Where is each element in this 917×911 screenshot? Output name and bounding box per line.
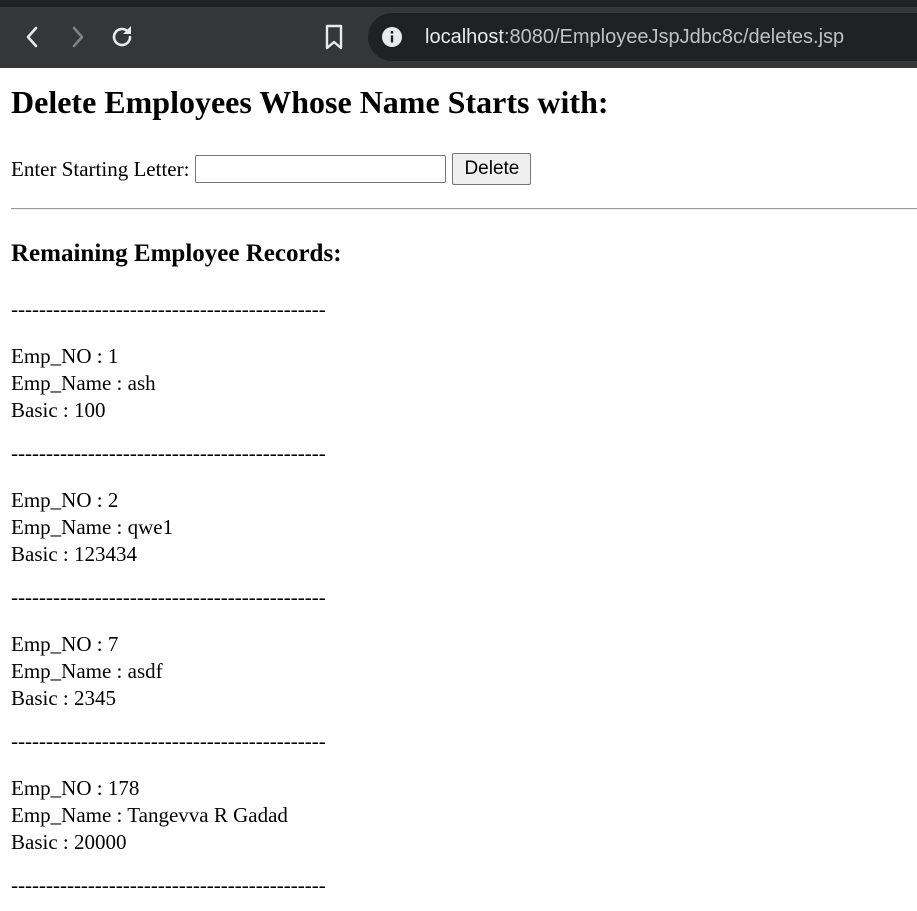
divider: [11, 208, 917, 210]
employee-record: Emp_NO : 2 Emp_Name : qwe1 Basic : 12343…: [11, 487, 326, 568]
chevron-left-icon: [26, 26, 38, 48]
browser-toolbar: localhost:8080/EmployeeJspJdbc8c/deletes…: [0, 0, 917, 68]
starting-letter-input[interactable]: [195, 155, 447, 183]
emp-no: Emp_NO : 1: [11, 344, 119, 368]
employee-record: Emp_NO : 7 Emp_Name : asdf Basic : 2345: [11, 631, 326, 712]
emp-no: Emp_NO : 7: [11, 632, 119, 656]
delete-button[interactable]: Delete: [452, 153, 532, 185]
emp-basic: Basic : 123434: [11, 542, 137, 566]
forward-button[interactable]: [61, 21, 93, 53]
emp-name: Emp_Name : ash: [11, 371, 156, 395]
emp-basic: Basic : 20000: [11, 830, 127, 854]
url-text[interactable]: localhost:8080/EmployeeJspJdbc8c/deletes…: [425, 25, 844, 49]
reload-icon: [112, 26, 132, 47]
chevron-right-icon: [72, 26, 84, 48]
separator-line: ----------------------------------------…: [11, 585, 326, 609]
delete-form: Enter Starting Letter: Delete: [11, 153, 532, 185]
page-title: Delete Employees Whose Name Starts with:: [11, 84, 609, 120]
separator-line: ----------------------------------------…: [11, 729, 326, 753]
page-content: Delete Employees Whose Name Starts with:…: [0, 68, 917, 911]
emp-basic: Basic : 100: [11, 398, 106, 422]
emp-no: Emp_NO : 178: [11, 776, 140, 800]
bookmark-icon: [325, 24, 343, 50]
reload-button[interactable]: [106, 21, 138, 53]
emp-no: Emp_NO : 2: [11, 488, 119, 512]
back-button[interactable]: [17, 21, 49, 53]
separator-line: ----------------------------------------…: [11, 873, 326, 897]
emp-name: Emp_Name : qwe1: [11, 515, 174, 539]
info-icon[interactable]: [381, 26, 403, 48]
url-host: localhost: [425, 26, 504, 48]
separator-line: ----------------------------------------…: [11, 441, 326, 465]
starting-letter-label: Enter Starting Letter:: [11, 156, 190, 181]
employee-record: Emp_NO : 1 Emp_Name : ash Basic : 100: [11, 343, 326, 424]
records-heading: Remaining Employee Records:: [11, 240, 342, 267]
employee-record: Emp_NO : 178 Emp_Name : Tangevva R Gadad…: [11, 775, 326, 856]
url-path: :8080/EmployeeJspJdbc8c/deletes.jsp: [503, 26, 845, 48]
records-list: ----------------------------------------…: [11, 296, 326, 899]
bookmark-button[interactable]: [318, 21, 350, 53]
emp-name: Emp_Name : Tangevva R Gadad: [11, 803, 288, 827]
emp-basic: Basic : 2345: [11, 686, 116, 710]
address-bar[interactable]: localhost:8080/EmployeeJspJdbc8c/deletes…: [368, 13, 917, 61]
emp-name: Emp_Name : asdf: [11, 659, 163, 683]
separator-line: ----------------------------------------…: [11, 297, 326, 321]
